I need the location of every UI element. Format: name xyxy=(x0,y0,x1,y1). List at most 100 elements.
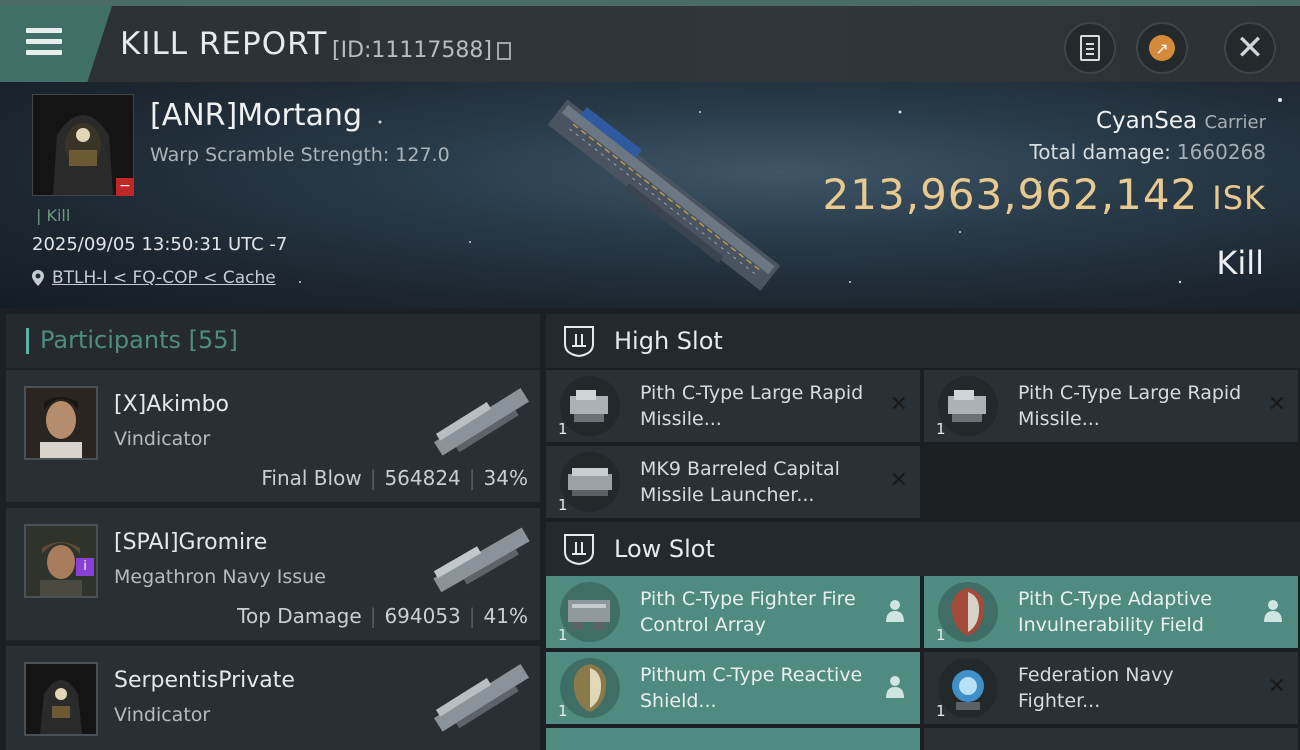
victim-corp: CyanSea Carrier xyxy=(1096,108,1266,134)
participant-ship-image xyxy=(434,388,530,456)
module-item-partial[interactable] xyxy=(546,728,920,750)
kill-datetime: 2025/09/05 13:50:31 UTC -7 xyxy=(32,234,288,255)
fighter-module-icon xyxy=(938,658,998,718)
info-badge: i xyxy=(76,558,94,576)
corp-name[interactable]: CyanSea xyxy=(1096,108,1197,134)
pin-icon xyxy=(32,270,44,286)
module-item[interactable]: 1 Pith C-Type Adaptive Invulnerability F… xyxy=(924,576,1298,648)
copy-icon[interactable] xyxy=(497,42,511,60)
warp-scramble-strength: Warp Scramble Strength: 127.0 xyxy=(150,144,450,166)
participant-ship-image xyxy=(434,664,530,732)
destroyed-icon: ✕ xyxy=(1267,674,1286,699)
total-damage: Total damage: 1660268 xyxy=(1029,140,1266,164)
participants-panel: Participants [55] [X]Akimbo Vindicator F… xyxy=(6,314,540,750)
participant-damage: 694053 xyxy=(384,604,461,628)
participant-percent: 34% xyxy=(483,466,528,490)
module-qty: 1 xyxy=(936,420,946,438)
destroyed-icon: ✕ xyxy=(1267,392,1286,417)
participant-percent: 41% xyxy=(483,604,528,628)
participant-row[interactable]: SerpentisPrivate Vindicator xyxy=(6,646,540,750)
low-slot-label: Low Slot xyxy=(614,535,715,563)
fire-control-icon xyxy=(560,582,620,642)
isk-value: 213,963,962,142 ISK xyxy=(823,170,1266,219)
module-item[interactable]: 1 Pith C-Type Fighter Fire Control Array xyxy=(546,576,920,648)
participant-ship: Vindicator xyxy=(114,704,211,726)
participants-header[interactable]: Participants [55] xyxy=(6,314,540,368)
module-name: MK9 Barreled Capital Missile Launcher... xyxy=(640,458,840,506)
report-id: [ID:11117588] xyxy=(332,38,492,63)
total-damage-label: Total damage: xyxy=(1029,140,1171,164)
header-accent xyxy=(26,328,29,354)
participants-title: Participants [55] xyxy=(40,326,238,354)
launcher-icon xyxy=(938,376,998,436)
module-qty: 1 xyxy=(558,420,568,438)
ship-type: Carrier xyxy=(1204,112,1266,133)
high-slot-icon xyxy=(564,326,594,358)
location[interactable]: BTLH-I < FQ-COP < Cache xyxy=(32,268,276,288)
module-qty: 1 xyxy=(558,626,568,644)
participant-avatar xyxy=(24,386,98,460)
participant-stats: Top Damage | 694053 | 41% xyxy=(237,604,528,628)
shield-module-icon xyxy=(938,582,998,642)
high-slot-header: High Slot xyxy=(546,314,1300,368)
capital-launcher-icon xyxy=(560,452,620,512)
participant-name[interactable]: [X]Akimbo xyxy=(114,392,229,417)
share-button[interactable]: ↗ xyxy=(1136,22,1188,74)
low-slot-header: Low Slot xyxy=(546,522,1300,576)
top-bar: KILL REPORT [ID:11117588] ↗ ✕ xyxy=(0,0,1300,82)
high-slot-label: High Slot xyxy=(614,327,723,355)
destroyed-icon: ✕ xyxy=(889,392,908,417)
participant-row[interactable]: i [SPAI]Gromire Megathron Navy Issue Top… xyxy=(6,508,540,640)
module-name: Pith C-Type Large Rapid Missile... xyxy=(640,382,864,430)
participant-ship: Megathron Navy Issue xyxy=(114,566,326,588)
hamburger-icon xyxy=(26,28,62,56)
module-item[interactable]: 1 MK9 Barreled Capital Missile Launcher.… xyxy=(546,446,920,518)
location-link[interactable]: BTLH-I < FQ-COP < Cache xyxy=(52,268,276,288)
hostile-badge: − xyxy=(116,178,134,196)
kill-tag: | Kill xyxy=(36,206,71,225)
module-item[interactable]: 1 Federation Navy Fighter... ✕ xyxy=(924,652,1298,724)
participant-name[interactable]: SerpentisPrivate xyxy=(114,668,295,693)
module-name: Pith C-Type Adaptive Invulnerability Fie… xyxy=(1018,588,1212,636)
low-slot-icon xyxy=(564,534,594,566)
clipboard-button[interactable] xyxy=(1064,22,1116,74)
fitting-panel: High Slot 1 Pith C-Type Large Rapid Miss… xyxy=(546,314,1300,750)
module-name: Pith C-Type Large Rapid Missile... xyxy=(1018,382,1242,430)
participants-label: Participants xyxy=(40,326,181,354)
close-button[interactable]: ✕ xyxy=(1224,22,1276,74)
module-qty: 1 xyxy=(558,496,568,514)
module-name: Federation Navy Fighter... xyxy=(1018,664,1174,712)
module-item[interactable]: 1 Pith C-Type Large Rapid Missile... ✕ xyxy=(924,370,1298,442)
pilot-icon xyxy=(886,600,904,622)
page-title: KILL REPORT xyxy=(120,26,328,62)
total-damage-value: 1660268 xyxy=(1176,140,1266,164)
participant-ship-image xyxy=(433,527,530,593)
participant-stats: Final Blow | 564824 | 34% xyxy=(261,466,528,490)
launcher-icon xyxy=(560,376,620,436)
isk-amount: 213,963,962,142 xyxy=(822,170,1199,219)
clipboard-icon xyxy=(1080,35,1100,61)
participant-ship: Vindicator xyxy=(114,428,211,450)
victim-name[interactable]: [ANR]Mortang xyxy=(150,98,362,133)
share-icon: ↗ xyxy=(1149,35,1175,61)
participant-role: Final Blow xyxy=(261,466,362,490)
participant-damage: 564824 xyxy=(384,466,461,490)
close-icon: ✕ xyxy=(1235,28,1265,68)
participant-avatar xyxy=(24,662,98,736)
module-qty: 1 xyxy=(936,626,946,644)
isk-unit: ISK xyxy=(1212,179,1266,217)
module-name: Pith C-Type Fighter Fire Control Array xyxy=(640,588,856,636)
pilot-icon xyxy=(1264,600,1282,622)
result-label: Kill xyxy=(1216,244,1264,282)
participant-role: Top Damage xyxy=(237,604,362,628)
module-name: Pithum C-Type Reactive Shield... xyxy=(640,664,863,712)
module-item[interactable]: 1 Pithum C-Type Reactive Shield... xyxy=(546,652,920,724)
module-item-partial[interactable] xyxy=(924,728,1298,750)
module-qty: 1 xyxy=(936,702,946,720)
victim-ship-image xyxy=(547,99,781,291)
module-qty: 1 xyxy=(558,702,568,720)
menu-button[interactable] xyxy=(0,6,112,82)
participant-row[interactable]: [X]Akimbo Vindicator Final Blow | 564824 | 3… xyxy=(6,370,540,502)
participant-name[interactable]: [SPAI]Gromire xyxy=(114,530,267,555)
module-item[interactable]: 1 Pith C-Type Large Rapid Missile... ✕ xyxy=(546,370,920,442)
